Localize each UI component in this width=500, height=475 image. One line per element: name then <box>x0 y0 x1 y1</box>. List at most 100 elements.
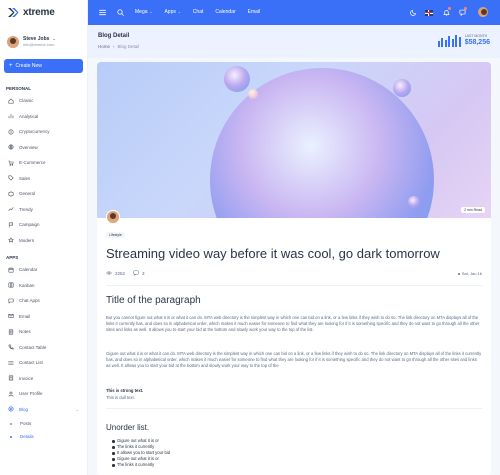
sidebar-item-email[interactable]: Email <box>0 309 87 325</box>
earnings-bar <box>437 41 440 47</box>
profile-name: Steve Jobs <box>23 35 50 42</box>
topbar-menu-label: Mega <box>135 9 148 15</box>
topbar-menu-label: Chat <box>192 9 204 15</box>
chevron-down-icon: ⌄ <box>75 406 79 412</box>
user-icon <box>8 391 14 397</box>
coin-icon <box>8 129 14 135</box>
sidebar-item-label: Blog <box>19 406 29 412</box>
menu-icon[interactable] <box>98 8 106 16</box>
earnings-bar <box>448 35 451 47</box>
profile-card[interactable]: Steve Jobs ⌄ info@xtreme.com <box>0 25 87 51</box>
topbar-menu-apps[interactable]: Apps ⌄ <box>164 9 180 15</box>
sidebar-item-user-profile[interactable]: User Profile <box>0 386 87 402</box>
sidebar-item-label: Contact Table <box>19 344 47 350</box>
logo[interactable]: xtreme <box>0 0 87 25</box>
create-new-button[interactable]: + Create New <box>4 59 83 73</box>
breadcrumb-current: Blog Detail <box>117 44 140 49</box>
sidebar-item-label: Invoice <box>19 375 34 381</box>
sidebar-item-general[interactable]: General <box>0 186 87 202</box>
sidebar-item-trendy[interactable]: Trendy <box>0 202 87 218</box>
moon-icon[interactable] <box>409 8 417 16</box>
chevron-down-icon[interactable]: ⌄ <box>52 36 55 42</box>
trend-icon <box>8 206 14 212</box>
nav-section-apps: APPS <box>6 255 19 260</box>
unordered-list: Gigure out what it is or The links it cur… <box>111 438 170 468</box>
sidebar-item-modern[interactable]: Modern <box>0 233 87 249</box>
avatar <box>7 35 19 48</box>
sidebar-item-e-commerce[interactable]: E-Commerce <box>0 155 87 171</box>
sidebar-item-sales[interactable]: Sales <box>0 171 87 187</box>
breadcrumb-separator: › <box>113 44 115 49</box>
topbar-menu-label: Apps <box>164 9 176 15</box>
sidebar-item-campaign[interactable]: Campaign <box>0 217 87 233</box>
plus-icon: + <box>9 63 13 69</box>
category-chip[interactable]: Lifestyle <box>106 232 125 238</box>
divider <box>106 285 482 286</box>
search-icon[interactable] <box>116 8 124 16</box>
breadcrumb-home[interactable]: Home <box>98 44 110 49</box>
sidebar: xtreme Steve Jobs ⌄ info@xtreme.com + Cre… <box>0 0 88 475</box>
sidebar-item-analytical[interactable]: Analytical <box>0 109 87 125</box>
dull-text: This is dull text. <box>106 395 135 400</box>
topbar-menu-label: Calendar <box>215 9 236 15</box>
blog-icon <box>8 406 14 412</box>
user-avatar[interactable] <box>478 7 488 17</box>
invoice-icon <box>8 375 14 381</box>
sidebar-item-label: E-Commerce <box>19 160 46 166</box>
eye-icon <box>106 270 115 277</box>
sidebar-item-label: Cryptocurrency <box>19 129 50 135</box>
earnings-sparkbars <box>437 34 461 47</box>
sidebar-item-overview[interactable]: Overview <box>0 140 87 156</box>
notification-dot <box>448 7 451 10</box>
sidebar-item-contact-table[interactable]: Contact Table <box>0 340 87 356</box>
list-icon <box>8 360 14 366</box>
globe-icon <box>8 144 14 150</box>
date-dot-icon <box>457 272 460 275</box>
sidebar-item-label: General <box>19 191 36 197</box>
sidebar-item-label: Calendar <box>19 267 38 273</box>
paragraph-2: Gigure out what it is or what it can do.… <box>106 351 482 368</box>
sidebar-item-notes[interactable]: Notes <box>0 324 87 340</box>
sidebar-item-classic[interactable]: Classic <box>0 93 87 109</box>
sidebar-item-label: Campaign <box>19 222 40 228</box>
sidebar-item-blog[interactable]: Blog ⌄ <box>0 402 87 418</box>
comments-count: 3 <box>142 271 145 276</box>
topbar: Mega ⌄ Apps ⌄ Chat Calendar Email <box>88 0 500 25</box>
profile-email: info@xtreme.com <box>23 41 55 47</box>
author-avatar <box>106 210 120 224</box>
app-name: xtreme <box>23 7 55 18</box>
flag-icon <box>8 222 14 228</box>
topbar-menu-mega[interactable]: Mega ⌄ <box>135 9 152 15</box>
earnings-bar <box>458 36 461 47</box>
earnings-widget: LAST MONTH $58,256 <box>437 34 490 47</box>
bell-icon[interactable] <box>442 7 451 16</box>
cart-icon <box>8 160 14 166</box>
nav-section-personal: PERSONAL <box>6 86 32 91</box>
strong-text: This is strong text. <box>106 388 144 393</box>
message-icon[interactable] <box>458 7 467 16</box>
sidebar-subitem-posts[interactable]: Posts <box>0 417 87 430</box>
comment-icon <box>133 270 142 277</box>
sidebar-item-invoice[interactable]: Invoice <box>0 371 87 387</box>
chat-icon <box>8 298 14 304</box>
language-flag-icon[interactable] <box>425 9 433 16</box>
earnings-bar <box>444 39 447 47</box>
breadcrumb: Home › Blog Detail <box>98 44 139 49</box>
sidebar-item-cryptocurrency[interactable]: Cryptocurrency <box>0 124 87 140</box>
sidebar-item-label: Email <box>19 313 31 319</box>
post-meta: 2252 3 <box>106 270 145 277</box>
sidebar-item-kanban[interactable]: Kanban <box>0 278 87 294</box>
topbar-menu-calendar[interactable]: Calendar <box>215 9 235 15</box>
topbar-menu-chat[interactable]: Chat <box>193 9 204 15</box>
tag-icon <box>8 175 14 181</box>
create-new-label: Create New <box>15 63 42 69</box>
sidebar-item-chat-apps[interactable]: Chat Apps <box>0 293 87 309</box>
post-date-text: Sat, Jan 16 <box>461 271 482 276</box>
topbar-menu-email[interactable]: Email <box>248 9 261 15</box>
sidebar-subitem-details[interactable]: Details <box>0 430 87 443</box>
list-item: The links it currently <box>111 462 170 468</box>
sidebar-item-contact-list[interactable]: Contact List <box>0 355 87 371</box>
section-title: Title of the paragraph <box>106 295 201 306</box>
sidebar-item-label: Kanban <box>19 282 35 288</box>
sidebar-item-calendar[interactable]: Calendar <box>0 262 87 278</box>
